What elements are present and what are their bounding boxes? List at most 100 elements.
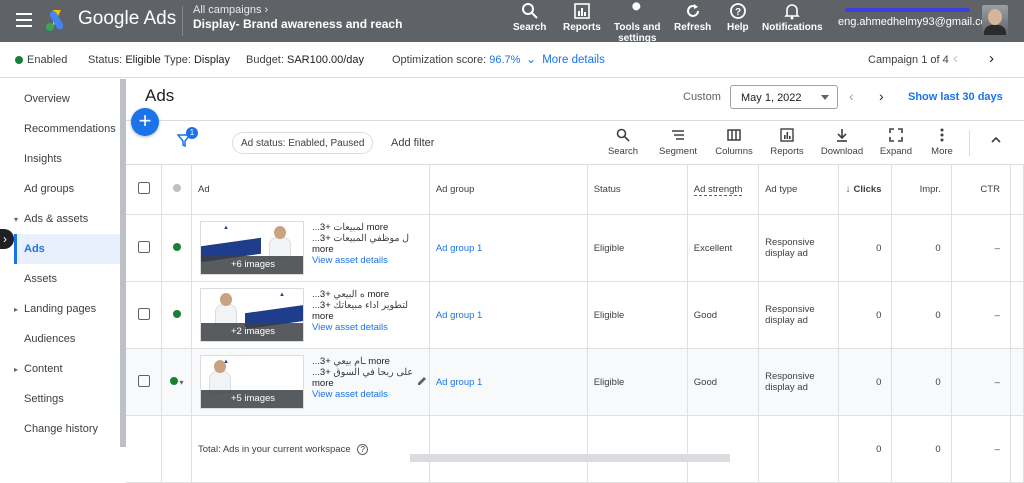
- col-ad-type[interactable]: Ad type: [758, 164, 839, 215]
- status-cell: Eligible: [587, 281, 688, 349]
- col-ctr[interactable]: CTR: [951, 164, 1011, 215]
- prev-campaign-chevron-icon[interactable]: ‹: [953, 50, 958, 67]
- notifications-button-label: Notifications: [762, 22, 823, 33]
- expand-caret-right-icon[interactable]: ▸: [14, 305, 18, 314]
- sidebar-item-change-history[interactable]: Change history: [24, 423, 98, 435]
- refresh-button[interactable]: Refresh: [674, 2, 711, 33]
- top-app-bar: Google Ads All campaigns › Display- Bran…: [0, 0, 1024, 44]
- avatar[interactable]: [982, 5, 1008, 35]
- table-reports-button[interactable]: Reports: [759, 128, 815, 157]
- clicks-cell: 0: [838, 348, 893, 416]
- sort-down-arrow-icon: ↓: [845, 184, 851, 195]
- view-asset-details-link[interactable]: View asset details: [312, 255, 388, 266]
- add-ad-button[interactable]: +: [131, 108, 159, 136]
- row-checkbox[interactable]: [137, 307, 150, 320]
- show-last-30-days-link[interactable]: Show last 30 days: [908, 91, 1003, 103]
- col-status[interactable]: Status: [587, 164, 688, 215]
- sidebar-item-assets[interactable]: Assets: [24, 273, 57, 285]
- sidebar-item-settings[interactable]: Settings: [24, 393, 64, 405]
- campaign-name[interactable]: Display- Brand awareness and reach: [193, 17, 402, 31]
- tool-label-search: Search: [607, 146, 639, 157]
- sidebar-item-ad-groups[interactable]: Ad groups: [24, 183, 74, 195]
- row-checkbox[interactable]: [137, 374, 150, 387]
- sidebar-item-insights[interactable]: Insights: [24, 153, 62, 165]
- col-ad-group[interactable]: Ad group: [429, 164, 588, 215]
- select-all-checkbox-cell[interactable]: [126, 164, 163, 215]
- ad-group-link[interactable]: Ad group 1: [436, 377, 482, 388]
- account-email[interactable]: eng.ahmedhelmy93@gmail.co...: [838, 16, 996, 28]
- ad-type-cell: Responsive display ad: [758, 214, 839, 282]
- table-row[interactable]: ▲ +2 images ...ه البيعي +3 more ...لتطوي…: [126, 281, 1024, 349]
- enabled-status[interactable]: Enabled: [15, 54, 67, 66]
- sidebar-item-ads[interactable]: Ads: [24, 243, 45, 255]
- download-button[interactable]: Download: [814, 128, 870, 157]
- sidebar-item-recommendations[interactable]: Recommendations: [24, 123, 116, 135]
- more-details-button[interactable]: ⌄ More details: [526, 52, 605, 66]
- ad-image-preview[interactable]: ▲ +2 images: [200, 288, 304, 342]
- sidebar-item-landing-pages[interactable]: Landing pages: [24, 303, 96, 315]
- add-filter-button[interactable]: Add filter: [391, 137, 434, 149]
- help-circle-icon[interactable]: ?: [357, 443, 369, 455]
- search-button[interactable]: Search: [513, 2, 546, 33]
- more-button[interactable]: More: [914, 128, 970, 157]
- segment-button[interactable]: Segment: [650, 128, 706, 157]
- total-impr: 0: [891, 415, 952, 483]
- table-row[interactable]: ▲ +6 images ...لمبيعات +3 more ...ل موظف…: [126, 214, 1024, 282]
- table-row[interactable]: ▾ ▲ +5 images ...ـام بيعي +3 more ...على…: [126, 348, 1024, 416]
- reports-button[interactable]: Reports: [563, 2, 601, 33]
- bell-icon: [784, 4, 801, 20]
- ad-strength-cell: Good: [687, 281, 760, 349]
- prev-date-chevron-icon[interactable]: ‹: [849, 88, 854, 104]
- breadcrumb-all-campaigns[interactable]: All campaigns ›: [193, 4, 268, 16]
- notifications-button[interactable]: Notifications: [762, 2, 823, 33]
- col-impr[interactable]: Impr.: [891, 164, 952, 215]
- tool-label-download: Download: [820, 146, 864, 157]
- app-title: Google Ads: [78, 8, 177, 29]
- wrench-icon: [631, 2, 641, 17]
- ad-image-preview[interactable]: ▲ +6 images: [200, 221, 304, 275]
- expand-caret-down-icon[interactable]: ▾: [14, 215, 18, 224]
- help-button[interactable]: ? Help: [727, 2, 749, 33]
- collapse-sidebar-chevron-icon[interactable]: ›: [0, 229, 14, 249]
- ctr-cell: –: [951, 348, 1011, 416]
- ad-image-preview[interactable]: ▲ +5 images: [200, 355, 304, 409]
- expand-caret-right-icon[interactable]: ▸: [14, 365, 18, 374]
- ad-group-link[interactable]: Ad group 1: [436, 243, 482, 254]
- ad-strength-cell: Good: [687, 348, 760, 416]
- table-search-button[interactable]: Search: [595, 128, 651, 157]
- ad-group-link[interactable]: Ad group 1: [436, 310, 482, 321]
- expand-icon: [889, 128, 903, 142]
- columns-button[interactable]: Columns: [706, 128, 762, 157]
- next-campaign-chevron-icon[interactable]: ›: [989, 50, 994, 67]
- chevron-up-icon[interactable]: [990, 134, 1002, 146]
- row-checkbox[interactable]: [137, 240, 150, 253]
- ad-status-filter-chip[interactable]: Ad status: Enabled, Paused: [232, 132, 374, 154]
- ad-strength-cell: Excellent: [687, 214, 760, 282]
- horizontal-scrollbar[interactable]: [410, 454, 730, 462]
- total-clicks: 0: [838, 415, 893, 483]
- impr-cell: 0: [891, 281, 952, 349]
- next-date-chevron-icon[interactable]: ›: [879, 88, 884, 104]
- reports-button-label: Reports: [563, 22, 601, 33]
- tools-settings-button[interactable]: Tools and settings: [614, 2, 660, 44]
- person-photo-icon: [269, 226, 291, 259]
- sidebar-item-audiences[interactable]: Audiences: [24, 333, 75, 345]
- edit-pencil-icon[interactable]: [416, 375, 428, 387]
- col-clicks[interactable]: ↓ Clicks: [838, 164, 893, 215]
- optimization-score[interactable]: Optimization score: 96.7%: [392, 54, 520, 66]
- select-all-checkbox[interactable]: [137, 182, 150, 194]
- col-ad-strength[interactable]: Ad strength: [687, 164, 760, 215]
- sidebar-item-content[interactable]: Content: [24, 363, 63, 375]
- sidebar-item-ads-assets[interactable]: Ads & assets: [24, 213, 88, 225]
- view-asset-details-link[interactable]: View asset details: [312, 389, 388, 400]
- campaign-budget: Budget: SAR100.00/day: [246, 54, 365, 66]
- col-ad[interactable]: Ad: [191, 164, 430, 215]
- status-dot-icon: [172, 242, 181, 251]
- status-dropdown-caret-icon[interactable]: ▾: [180, 378, 184, 387]
- hamburger-menu-icon[interactable]: [12, 9, 36, 33]
- account-redaction-mark: [845, 8, 970, 12]
- image-count-label: +6 images: [201, 256, 303, 274]
- sidebar-item-overview[interactable]: Overview: [24, 93, 70, 105]
- view-asset-details-link[interactable]: View asset details: [312, 322, 388, 333]
- date-range-select[interactable]: May 1, 2022: [730, 85, 838, 109]
